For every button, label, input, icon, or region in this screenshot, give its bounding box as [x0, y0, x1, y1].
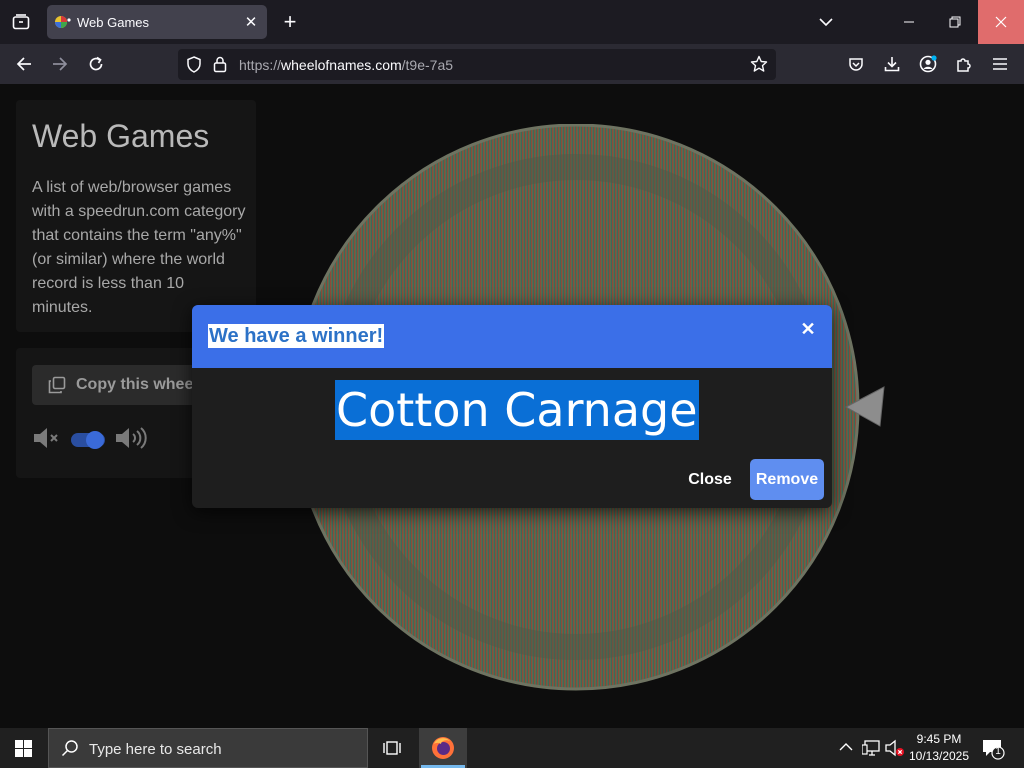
notifications-icon[interactable]: 1: [982, 738, 1006, 765]
account-button[interactable]: [912, 48, 944, 80]
clock-time: 9:45 PM: [916, 732, 962, 746]
restore-button[interactable]: [932, 0, 978, 44]
close-icon: [995, 16, 1007, 28]
arrow-right-icon: [53, 57, 68, 71]
winner-name: Cotton Carnage: [335, 380, 699, 440]
url-path: /t9e-7a5: [401, 57, 454, 73]
reload-button[interactable]: [80, 48, 112, 80]
window-close-button[interactable]: [978, 0, 1024, 44]
url-domain: wheelofnames.com: [281, 57, 402, 73]
close-button[interactable]: Close: [678, 460, 742, 500]
url-text[interactable]: https://wheelofnames.com/t9e-7a5: [239, 57, 453, 73]
address-bar[interactable]: https://wheelofnames.com/t9e-7a5: [178, 49, 776, 80]
search-icon: [61, 739, 79, 762]
taskbar-search-box[interactable]: Type here to search: [48, 728, 368, 768]
browser-tab[interactable]: Web Games ✕: [47, 5, 267, 39]
pocket-button[interactable]: [840, 48, 872, 80]
firefox-icon: [431, 736, 455, 765]
dialog-header: We have a winner! ✕: [192, 305, 832, 368]
clock-date: 10/13/2025: [908, 749, 970, 763]
winner-overlay: We have a winner! ✕ Cotton Carnage Close…: [0, 84, 1024, 728]
puzzle-icon: [957, 58, 971, 72]
minimize-button[interactable]: [886, 0, 932, 44]
extensions-button[interactable]: [948, 48, 980, 80]
forward-button[interactable]: [44, 48, 76, 80]
hamburger-menu-icon: [993, 58, 1007, 70]
tab-title: Web Games: [77, 14, 150, 30]
chevron-down-icon: [819, 18, 833, 27]
dialog-title: We have a winner!: [208, 324, 385, 348]
shield-icon[interactable]: [186, 56, 202, 78]
pocket-icon: [849, 58, 863, 71]
winner-dialog: We have a winner! ✕ Cotton Carnage Close…: [192, 305, 832, 508]
back-button[interactable]: [8, 48, 40, 80]
taskbar-clock[interactable]: 9:45 PM 10/13/2025: [906, 732, 972, 763]
minimize-icon: [904, 21, 914, 23]
windows-taskbar: Type here to search 9:45 PM 10/13/2025 1: [0, 728, 1024, 768]
account-icon: [919, 55, 937, 73]
tab-close-icon[interactable]: ✕: [239, 10, 263, 34]
tab-overview-button[interactable]: [6, 0, 36, 44]
notification-count: 1: [995, 746, 1001, 757]
task-view-icon[interactable]: [382, 738, 402, 763]
search-placeholder: Type here to search: [89, 741, 222, 758]
arrow-left-icon: [16, 57, 31, 71]
new-tab-button[interactable]: +: [276, 0, 304, 44]
network-icon[interactable]: [861, 739, 880, 762]
remove-button[interactable]: Remove: [750, 459, 824, 500]
download-icon: [884, 57, 900, 72]
reload-icon: [89, 56, 103, 71]
list-all-tabs-button[interactable]: [812, 0, 840, 44]
windows-start-icon[interactable]: [15, 740, 32, 762]
url-scheme: https://: [239, 57, 282, 73]
downloads-button[interactable]: [876, 48, 908, 80]
dialog-close-icon[interactable]: ✕: [796, 317, 820, 341]
app-menu-button[interactable]: [984, 48, 1016, 80]
taskbar-firefox-button[interactable]: [419, 728, 467, 768]
restore-icon: [949, 16, 961, 28]
tab-list-icon: [12, 14, 30, 30]
browser-title-bar: Web Games ✕ +: [0, 0, 1024, 44]
wheel-favicon-icon: [55, 14, 71, 30]
plus-icon: +: [283, 9, 297, 34]
chevron-up-icon[interactable]: [839, 740, 853, 759]
lock-icon[interactable]: [213, 56, 227, 78]
volume-muted-icon[interactable]: [885, 739, 905, 762]
bookmark-star-icon[interactable]: [750, 55, 768, 78]
